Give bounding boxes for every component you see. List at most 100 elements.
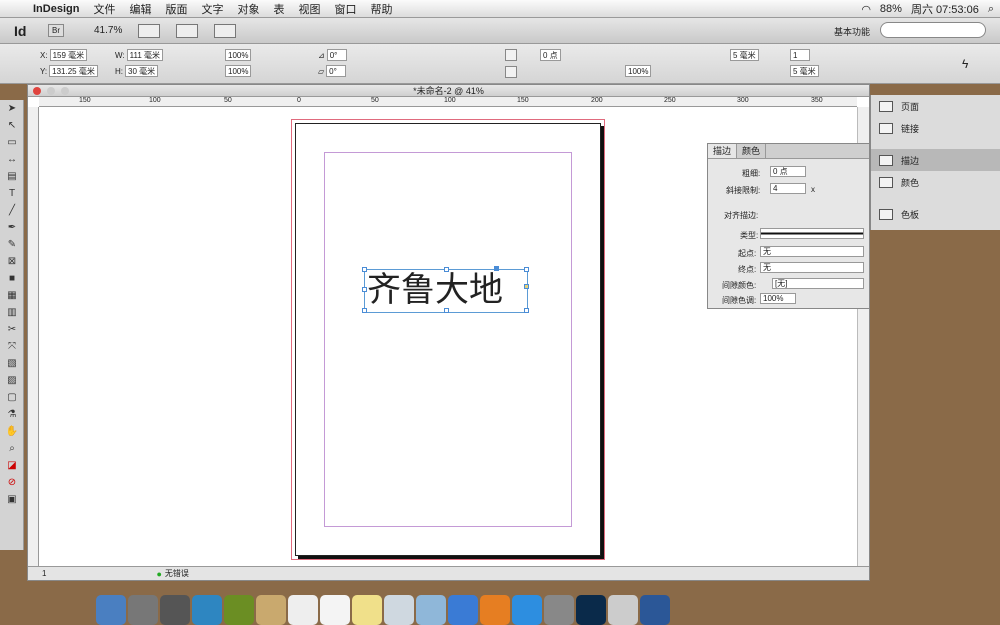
page-tool-icon[interactable]: ▭ [0,134,24,151]
frame-text[interactable]: 齐鲁大地 [365,270,527,310]
menu-file[interactable]: 文件 [86,1,122,17]
bridge-button[interactable]: Br [48,24,64,37]
apply-none-icon[interactable]: ⊘ [0,474,24,491]
lightning-icon[interactable]: ϟ [962,57,974,71]
zoom-level[interactable]: 41.7% [94,25,122,36]
dock-item-stroke[interactable]: 描边 [871,149,1000,171]
selection-tool-icon[interactable]: ➤ [0,100,24,117]
frame-handle[interactable] [444,308,449,313]
frame-out-port[interactable] [524,284,529,289]
spotlight-icon[interactable]: ⌕ [988,3,994,16]
frame-handle[interactable] [494,266,499,271]
gradient-swatch-tool-icon[interactable]: ▧ [0,355,24,372]
fill-stroke-icon[interactable]: ◪ [0,457,24,474]
zoom-tool-icon[interactable]: ⌕ [0,440,24,457]
reminders-icon[interactable] [320,595,350,625]
shear-field[interactable]: ▱ 0° [318,65,347,77]
stroke-type-select[interactable] [760,228,864,239]
stroke-swatch-icon[interactable] [505,66,517,78]
finder-icon[interactable] [96,595,126,625]
table-tool-icon[interactable]: ▦ [0,287,24,304]
grid-tool-icon[interactable]: ▥ [0,304,24,321]
arrange-documents-icon[interactable] [214,23,237,38]
gradient-feather-tool-icon[interactable]: ▨ [0,372,24,389]
scissors-tool-icon[interactable]: ✂ [0,321,24,338]
app-store-icon[interactable] [512,595,542,625]
tab-color[interactable]: 颜色 [737,144,767,158]
direct-selection-tool-icon[interactable]: ↖ [0,117,24,134]
menu-layout[interactable]: 版面 [158,1,194,17]
dock-item-pages[interactable]: 页面 [871,95,1000,117]
photo-icon[interactable] [224,595,254,625]
menu-edit[interactable]: 编辑 [122,1,158,17]
preflight-status[interactable]: 无错误 [165,568,189,579]
screen-mode-tool-icon[interactable]: ▣ [0,491,24,508]
start-select[interactable]: 无 [760,246,864,257]
frame-handle[interactable] [362,308,367,313]
scale-y-field[interactable]: 100% [225,65,252,77]
menu-help[interactable]: 帮助 [363,1,399,17]
help-icon[interactable] [608,595,638,625]
column-gutter-field[interactable]: 5 毫米 [730,49,759,61]
text-frame[interactable]: 齐鲁大地 [362,266,529,313]
safari-icon[interactable] [192,595,222,625]
frame-handle[interactable] [362,287,367,292]
screen-mode-icon[interactable] [176,23,199,38]
gutter-field[interactable]: 5 毫米 [790,65,819,77]
view-options-icon[interactable] [138,23,161,38]
search-input[interactable] [880,22,986,38]
vertical-ruler[interactable] [28,107,39,566]
preview-icon[interactable] [384,595,414,625]
x-field[interactable]: X: 159 毫米 [40,49,88,61]
opacity-field[interactable]: 100% [625,65,652,77]
zoom-window-icon[interactable] [61,87,69,95]
menu-window[interactable]: 窗口 [327,1,363,17]
rectangle-frame-tool-icon[interactable]: ⊠ [0,253,24,270]
menu-object[interactable]: 对象 [230,1,266,17]
free-transform-tool-icon[interactable]: ⤧ [0,338,24,355]
frame-handle[interactable] [362,267,367,272]
gap-tint-field[interactable]: 100% [760,293,796,304]
rectangle-tool-icon[interactable]: ■ [0,270,24,287]
note-tool-icon[interactable]: ▢ [0,389,24,406]
type-tool-icon[interactable]: T [0,185,24,202]
stroke-weight-field[interactable]: 0 点 [540,49,561,61]
word-icon[interactable] [640,595,670,625]
close-window-icon[interactable] [33,87,41,95]
weight-field[interactable]: 0 点 [770,166,806,177]
line-tool-icon[interactable]: ╱ [0,202,24,219]
clock[interactable]: 周六 07:53:06 [911,1,979,17]
w-field[interactable]: W: 111 毫米 [115,49,164,61]
frame-handle[interactable] [444,267,449,272]
mission-control-icon[interactable] [160,595,190,625]
miter-field[interactable]: 4 [770,183,806,194]
y-field[interactable]: Y: 131.25 毫米 [40,65,98,77]
minimize-window-icon[interactable] [47,87,55,95]
dock-item-color[interactable]: 颜色 [871,171,1000,193]
frame-handle[interactable] [524,308,529,313]
pen-tool-icon[interactable]: ✒ [0,219,24,236]
dock-item-swatches[interactable]: 色板 [871,203,1000,225]
eyedropper-tool-icon[interactable]: ⚗ [0,406,24,423]
ibooks-icon[interactable] [480,595,510,625]
dock-item-links[interactable]: 链接 [871,117,1000,139]
battery-label[interactable]: 88% [880,3,902,15]
rotate-field[interactable]: ⊿ 0° [318,49,347,61]
tab-stroke[interactable]: 描边 [708,144,738,158]
horizontal-ruler[interactable]: 150 100 50 0 50 100 150 200 250 300 350 [39,97,857,107]
menu-view[interactable]: 视图 [291,1,327,17]
workspace-switcher[interactable]: 基本功能 [834,25,870,38]
contacts-icon[interactable] [256,595,286,625]
content-collector-icon[interactable]: ▤ [0,168,24,185]
pencil-tool-icon[interactable]: ✎ [0,236,24,253]
wifi-icon[interactable]: ◠ [861,3,871,16]
itunes-icon[interactable] [448,595,478,625]
end-select[interactable]: 无 [760,262,864,273]
gap-tool-icon[interactable]: ↔ [0,151,24,168]
columns-field[interactable]: 1 [790,49,810,61]
system-preferences-icon[interactable] [544,595,574,625]
scale-x-field[interactable]: 100% [225,49,252,61]
menu-type[interactable]: 文字 [194,1,230,17]
photoshop-icon[interactable] [576,595,606,625]
fill-swatch-icon[interactable] [505,49,517,61]
